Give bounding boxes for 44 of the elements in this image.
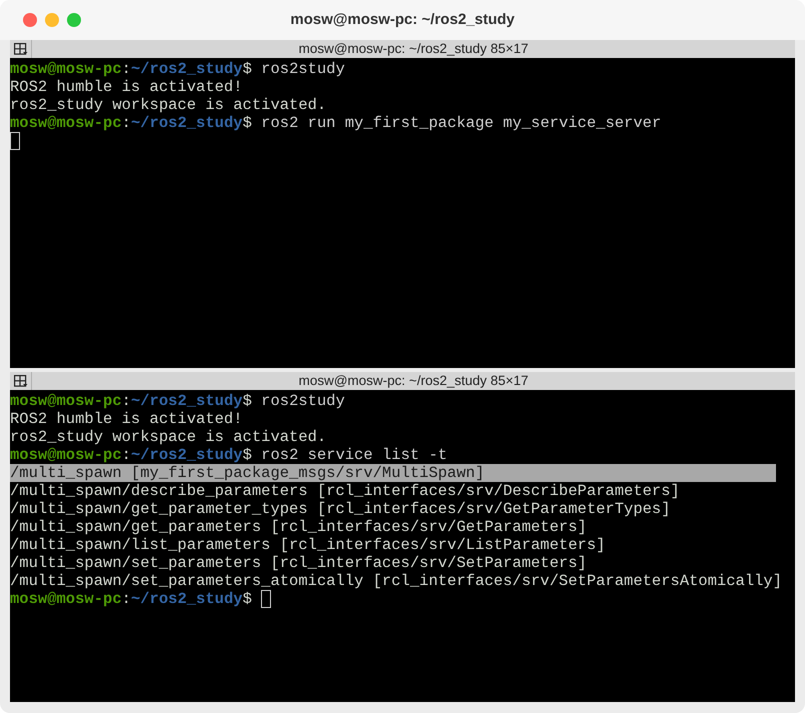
prompt-path: ~/ros2_study — [130, 392, 243, 410]
prompt-separator: : — [122, 446, 131, 464]
pane-title: mosw@mosw-pc: ~/ros2_study 85×17 — [298, 40, 528, 58]
prompt-symbol: $ — [242, 446, 252, 464]
output-line: /multi_spawn/list_parameters [rcl_interfaces/srv/ListParameters] — [10, 536, 606, 554]
output-line: /multi_spawn/set_parameters_atomically [rcl_interfaces/srv/SetParametersAtomically] — [10, 572, 782, 590]
prompt-symbol: $ — [242, 60, 252, 78]
output-line: ROS2 humble is activated! — [10, 78, 243, 96]
command-text: ros2study — [261, 392, 345, 410]
output-line: /multi_spawn/get_parameters [rcl_interfaces/srv/GetParameters] — [10, 518, 587, 536]
output-line: /multi_spawn/get_parameter_types [rcl_interfaces/srv/GetParameterTypes] — [10, 500, 670, 518]
prompt-path: ~/ros2_study — [130, 446, 243, 464]
prompt-user: mosw@mosw-pc — [10, 446, 122, 464]
prompt-symbol: $ — [242, 114, 252, 132]
text-cursor — [10, 132, 20, 150]
output-line: ros2_study workspace is activated. — [10, 428, 326, 446]
output-line: /multi_spawn/set_parameters [rcl_interfaces/srv/SetParameters] — [10, 554, 587, 572]
maximize-button[interactable] — [67, 13, 81, 27]
prompt-symbol: $ — [242, 590, 252, 608]
split-icon[interactable] — [14, 375, 28, 387]
output-line: /multi_spawn/describe_parameters [rcl_interfaces/srv/DescribeParameters] — [10, 482, 680, 500]
prompt-separator: : — [122, 590, 131, 608]
prompt-user: mosw@mosw-pc — [10, 114, 122, 132]
prompt-path: ~/ros2_study — [130, 114, 243, 132]
prompt-separator: : — [122, 392, 131, 410]
prompt-separator: : — [122, 60, 131, 78]
prompt-user: mosw@mosw-pc — [10, 60, 122, 78]
output-line: ROS2 humble is activated! — [10, 410, 243, 428]
command-text: ros2 run my_first_package my_service_server — [261, 114, 662, 132]
prompt-user: mosw@mosw-pc — [10, 590, 122, 608]
prompt-symbol: $ — [242, 392, 252, 410]
prompt-path: ~/ros2_study — [130, 590, 243, 608]
prompt-user: mosw@mosw-pc — [10, 392, 122, 410]
text-cursor — [261, 590, 272, 608]
prompt-path: ~/ros2_study — [130, 60, 243, 78]
command-text: ros2study — [261, 60, 345, 78]
prompt-separator: : — [122, 114, 131, 132]
pane-title: mosw@mosw-pc: ~/ros2_study 85×17 — [298, 372, 528, 390]
minimize-button[interactable] — [45, 13, 59, 27]
split-icon[interactable] — [14, 43, 28, 55]
command-text: ros2 service list -t — [261, 446, 448, 464]
close-button[interactable] — [23, 13, 37, 27]
output-line: ros2_study workspace is activated. — [10, 96, 326, 114]
window-title: mosw@mosw-pc: ~/ros2_study — [290, 10, 515, 30]
